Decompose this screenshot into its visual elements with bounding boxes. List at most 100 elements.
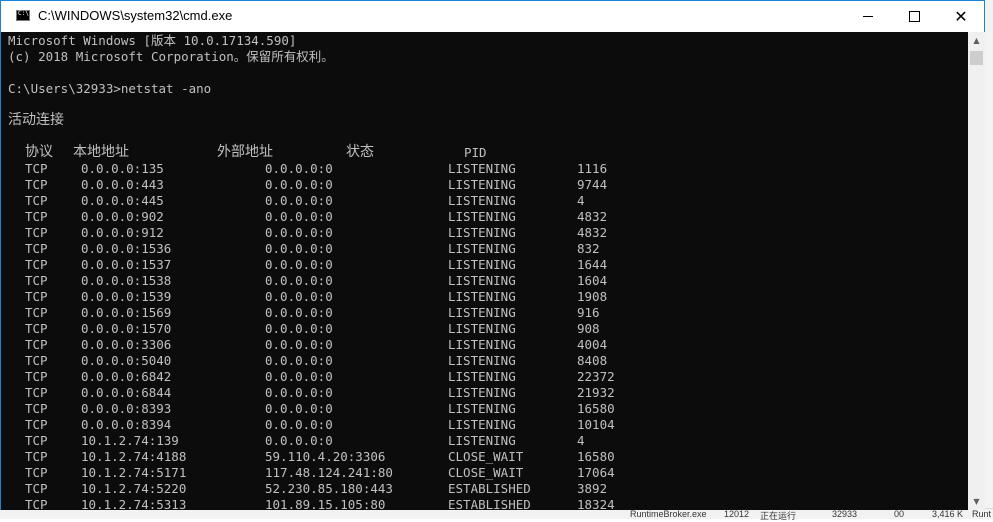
row-local-cell: 0.0.0.0:135 xyxy=(81,161,164,176)
row-state-cell: CLOSE_WAIT xyxy=(448,465,524,480)
row-pid-cell: 4 xyxy=(577,193,585,208)
row-local-cell: 0.0.0.0:1538 xyxy=(81,273,172,288)
row-state-cell: LISTENING xyxy=(448,241,516,256)
row-local-cell: 0.0.0.0:443 xyxy=(81,177,164,192)
bg-process-name: RuntimeBroker.exe xyxy=(630,509,707,519)
scrollbar-thumb[interactable] xyxy=(970,51,983,65)
row-pid-cell: 18324 xyxy=(577,497,615,510)
row-local-cell: 0.0.0.0:8394 xyxy=(81,417,172,432)
window-title: C:\WINDOWS\system32\cmd.exe xyxy=(38,8,233,23)
row-state-cell: LISTENING xyxy=(448,337,516,352)
row-pid-cell: 16580 xyxy=(577,449,615,464)
row-proto-cell: TCP xyxy=(25,273,48,288)
minimize-button[interactable] xyxy=(845,1,891,32)
row-proto-cell: TCP xyxy=(25,369,48,384)
row-foreign-cell: 0.0.0.0:0 xyxy=(265,401,333,416)
row-state-cell: LISTENING xyxy=(448,305,516,320)
row-foreign-cell: 0.0.0.0:0 xyxy=(265,385,333,400)
column-header-state: 状态 xyxy=(346,144,374,160)
row-foreign-cell: 52.230.85.180:443 xyxy=(265,481,393,496)
row-local-cell: 0.0.0.0:902 xyxy=(81,209,164,224)
row-pid-cell: 832 xyxy=(577,241,600,256)
row-proto-cell: TCP xyxy=(25,177,48,192)
bg-process-extra: Runt xyxy=(972,509,992,519)
section-title: 活动连接 xyxy=(8,112,64,128)
scroll-up-icon[interactable]: ▲ xyxy=(968,32,985,49)
row-pid-cell: 1116 xyxy=(577,161,608,176)
row-foreign-cell: 0.0.0.0:0 xyxy=(265,353,333,368)
row-local-cell: 10.1.2.74:5220 xyxy=(81,481,187,496)
row-pid-cell: 8408 xyxy=(577,353,608,368)
row-pid-cell: 4832 xyxy=(577,225,608,240)
row-state-cell: LISTENING xyxy=(448,289,516,304)
row-pid-cell: 3892 xyxy=(577,481,608,496)
column-header-pid: PID xyxy=(464,145,487,160)
row-proto-cell: TCP xyxy=(25,161,48,176)
row-foreign-cell: 0.0.0.0:0 xyxy=(265,417,333,432)
row-pid-cell: 916 xyxy=(577,305,600,320)
row-pid-cell: 22372 xyxy=(577,369,615,384)
bg-process-user: 32933 xyxy=(832,509,858,519)
row-proto-cell: TCP xyxy=(25,449,48,464)
background-window-right xyxy=(985,0,993,519)
column-header-local: 本地地址 xyxy=(73,144,129,160)
column-header-proto: 协议 xyxy=(25,144,53,160)
row-proto-cell: TCP xyxy=(25,353,48,368)
row-local-cell: 10.1.2.74:4188 xyxy=(81,449,187,464)
row-foreign-cell: 0.0.0.0:0 xyxy=(265,161,333,176)
row-proto-cell: TCP xyxy=(25,433,48,448)
row-pid-cell: 16580 xyxy=(577,401,615,416)
row-proto-cell: TCP xyxy=(25,481,48,496)
row-state-cell: ESTABLISHED xyxy=(448,481,531,496)
close-button[interactable]: ✕ xyxy=(938,1,984,32)
vertical-scrollbar[interactable]: ▲ ▼ xyxy=(968,32,985,510)
cmd-app-icon[interactable] xyxy=(16,10,30,21)
row-foreign-cell: 0.0.0.0:0 xyxy=(265,209,333,224)
row-pid-cell: 4004 xyxy=(577,337,608,352)
row-pid-cell: 1604 xyxy=(577,273,608,288)
row-state-cell: LISTENING xyxy=(448,161,516,176)
row-pid-cell: 4832 xyxy=(577,209,608,224)
row-proto-cell: TCP xyxy=(25,321,48,336)
row-local-cell: 0.0.0.0:6844 xyxy=(81,385,172,400)
row-pid-cell: 9744 xyxy=(577,177,608,192)
row-local-cell: 0.0.0.0:6842 xyxy=(81,369,172,384)
row-state-cell: LISTENING xyxy=(448,433,516,448)
close-icon: ✕ xyxy=(954,6,968,26)
row-proto-cell: TCP xyxy=(25,289,48,304)
row-foreign-cell: 0.0.0.0:0 xyxy=(265,193,333,208)
row-state-cell: LISTENING xyxy=(448,321,516,336)
row-local-cell: 10.1.2.74:5313 xyxy=(81,497,187,510)
console-output[interactable]: Microsoft Windows [版本 10.0.17134.590] (c… xyxy=(1,32,968,510)
row-local-cell: 0.0.0.0:1537 xyxy=(81,257,172,272)
maximize-button[interactable] xyxy=(891,1,937,32)
row-state-cell: LISTENING xyxy=(448,193,516,208)
row-local-cell: 0.0.0.0:5040 xyxy=(81,353,172,368)
row-proto-cell: TCP xyxy=(25,465,48,480)
row-state-cell: CLOSE_WAIT xyxy=(448,449,524,464)
row-local-cell: 0.0.0.0:8393 xyxy=(81,401,172,416)
row-pid-cell: 1908 xyxy=(577,289,608,304)
column-header-foreign: 外部地址 xyxy=(217,144,273,160)
row-proto-cell: TCP xyxy=(25,257,48,272)
scroll-down-icon[interactable]: ▼ xyxy=(968,493,985,510)
row-foreign-cell: 0.0.0.0:0 xyxy=(265,177,333,192)
row-proto-cell: TCP xyxy=(25,417,48,432)
row-local-cell: 10.1.2.74:5171 xyxy=(81,465,187,480)
row-state-cell: LISTENING xyxy=(448,385,516,400)
row-state-cell: LISTENING xyxy=(448,257,516,272)
row-state-cell: LISTENING xyxy=(448,225,516,240)
row-foreign-cell: 0.0.0.0:0 xyxy=(265,225,333,240)
header-version-line: Microsoft Windows [版本 10.0.17134.590] xyxy=(8,33,297,48)
row-foreign-cell: 101.89.15.105:80 xyxy=(265,497,386,510)
row-local-cell: 0.0.0.0:3306 xyxy=(81,337,172,352)
title-bar[interactable]: C:\WINDOWS\system32\cmd.exe ✕ xyxy=(1,1,984,32)
row-local-cell: 0.0.0.0:445 xyxy=(81,193,164,208)
row-proto-cell: TCP xyxy=(25,401,48,416)
row-pid-cell: 10104 xyxy=(577,417,615,432)
row-local-cell: 0.0.0.0:1536 xyxy=(81,241,172,256)
row-state-cell: LISTENING xyxy=(448,209,516,224)
row-state-cell: ESTABLISHED xyxy=(448,497,531,510)
row-local-cell: 0.0.0.0:1569 xyxy=(81,305,172,320)
row-foreign-cell: 0.0.0.0:0 xyxy=(265,433,333,448)
